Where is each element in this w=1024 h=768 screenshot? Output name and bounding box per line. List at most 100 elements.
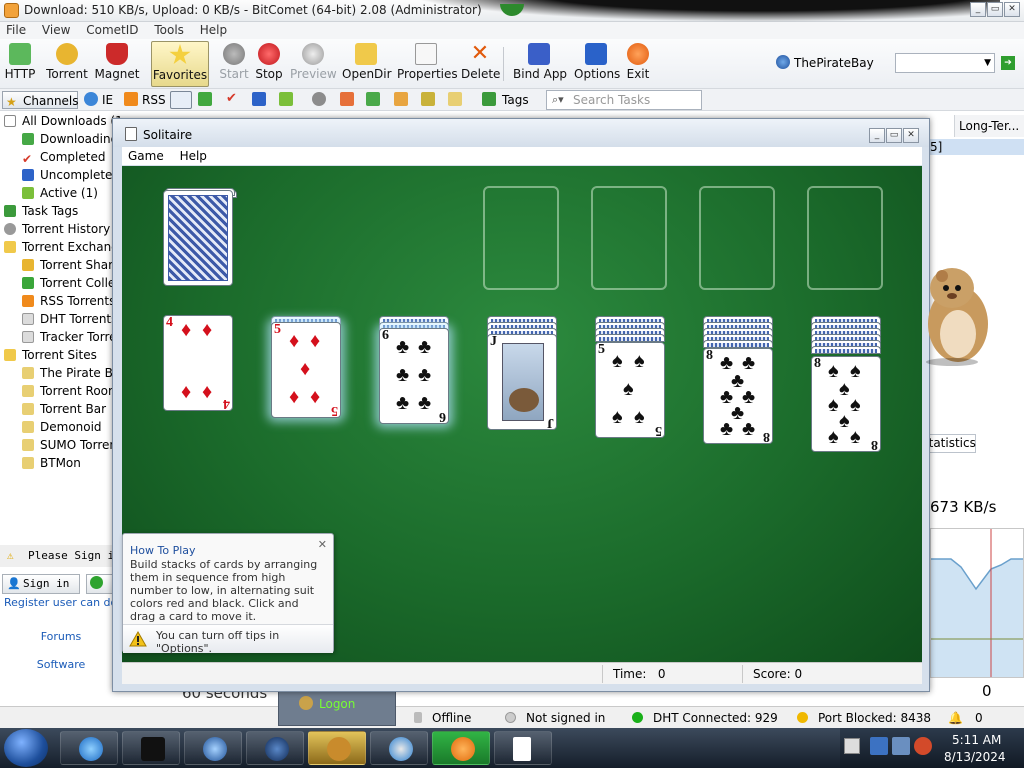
- favorites-button[interactable]: Favorites: [151, 41, 209, 87]
- column-header-long-term[interactable]: Long-Ter...: [954, 115, 1024, 137]
- tree-task-tags[interactable]: Task Tags: [4, 202, 78, 220]
- channels-button[interactable]: ★ Channels: [2, 91, 79, 109]
- rss-button[interactable]: RSS: [142, 91, 166, 109]
- note-icon[interactable]: [448, 92, 462, 106]
- tree-rss-torrents[interactable]: RSS Torrents: [22, 292, 115, 310]
- bitcomet-minimize-button[interactable]: _: [970, 2, 986, 17]
- tree-torrent-share[interactable]: Torrent Share: [22, 256, 120, 274]
- tags-button[interactable]: Tags: [502, 91, 529, 109]
- taskbar-bitcomet[interactable]: [308, 731, 366, 765]
- torrent-button[interactable]: Torrent: [44, 41, 90, 87]
- tree-active[interactable]: Active (1): [22, 184, 98, 202]
- go-arrow-icon[interactable]: ➔: [1001, 56, 1015, 70]
- network-icon[interactable]: [870, 737, 888, 755]
- foundation-slot-2[interactable]: [591, 186, 667, 290]
- opendir-button[interactable]: OpenDir: [342, 41, 392, 87]
- forums-link[interactable]: Forums: [0, 630, 122, 643]
- status-counter[interactable]: 🔔 0: [948, 711, 983, 725]
- foundation-slot-1[interactable]: [483, 186, 559, 290]
- taskbar-ie[interactable]: [60, 731, 118, 765]
- stop-button[interactable]: Stop: [254, 41, 284, 87]
- taskbar-firefox[interactable]: [246, 731, 304, 765]
- taskbar-vlc[interactable]: [432, 731, 490, 765]
- foundation-slot-3[interactable]: [699, 186, 775, 290]
- menu-help[interactable]: Help: [194, 22, 233, 39]
- menu-file[interactable]: File: [0, 22, 32, 39]
- tree-torrent-history[interactable]: Torrent History: [4, 220, 110, 238]
- delete-button[interactable]: ✕ Delete: [461, 41, 500, 87]
- square-icon[interactable]: [252, 92, 266, 106]
- start-button[interactable]: Start: [218, 41, 250, 87]
- selected-task-row[interactable]: 5]: [930, 139, 1024, 155]
- solitaire-close-button[interactable]: ✕: [903, 128, 919, 143]
- tree-all-downloads[interactable]: All Downloads (1): [4, 112, 122, 130]
- tree-site-sumo[interactable]: SUMO Torrent: [22, 436, 122, 454]
- status-dht[interactable]: DHT Connected: 929: [632, 711, 778, 725]
- updown-arrow-icon[interactable]: [279, 92, 293, 106]
- clock-icon[interactable]: [312, 92, 326, 106]
- site-search-combo[interactable]: ▼: [895, 53, 995, 73]
- magnet-button[interactable]: Magnet: [94, 41, 140, 87]
- status-port[interactable]: Port Blocked: 8438: [797, 711, 931, 725]
- sign-in-button[interactable]: 👤 Sign in: [2, 574, 80, 594]
- software-link[interactable]: Software: [0, 658, 122, 671]
- stock-pile[interactable]: [163, 190, 233, 286]
- taskbar-computer[interactable]: [122, 731, 180, 765]
- menu-cometid[interactable]: CometID: [80, 22, 144, 39]
- windows-start-icon[interactable]: [4, 729, 48, 767]
- menu-tools[interactable]: Tools: [148, 22, 190, 39]
- volume-icon[interactable]: [914, 737, 932, 755]
- tree-downloading[interactable]: Downloading: [22, 130, 118, 148]
- tableau-card[interactable]: 5 ♠ ♠ ♠ ♠ ♠ 5: [595, 342, 665, 438]
- preview-button[interactable]: Preview: [290, 41, 337, 87]
- tableau-card[interactable]: 8 ♠ ♠ ♠ ♠ ♠ ♠ ♠ ♠ 8: [811, 356, 881, 452]
- taskbar-solitaire[interactable]: [494, 731, 552, 765]
- tableau-card[interactable]: 6 ♣ ♣ ♣ ♣ ♣ ♣ 6: [379, 328, 449, 424]
- exit-button[interactable]: Exit: [624, 41, 652, 87]
- tree-dht-torrents[interactable]: DHT Torrents: [22, 310, 117, 328]
- combo-dropdown-icon[interactable]: ▼: [984, 58, 991, 68]
- taskbar-media-player[interactable]: [184, 731, 242, 765]
- tree-site-torrentroom[interactable]: Torrent Room: [22, 382, 120, 400]
- bitcomet-close-button[interactable]: ✕: [1004, 2, 1020, 17]
- list-view-icon[interactable]: [170, 91, 192, 109]
- display-icon[interactable]: [892, 737, 910, 755]
- foundation-slot-4[interactable]: [807, 186, 883, 290]
- bind-app-button[interactable]: Bind App: [513, 41, 567, 87]
- tableau-card[interactable]: J J: [487, 334, 557, 430]
- check-icon[interactable]: ✔: [226, 92, 240, 106]
- solitaire-minimize-button[interactable]: _: [869, 128, 885, 143]
- http-button[interactable]: HTTP: [4, 41, 36, 87]
- search-tasks-input[interactable]: Search Tasks: [546, 90, 702, 110]
- lightning-icon[interactable]: [421, 92, 435, 106]
- ie-button[interactable]: IE: [102, 91, 113, 109]
- status-offline[interactable]: Offline: [414, 711, 471, 725]
- tableau-card[interactable]: 8 ♣ ♣ ♣ ♣ ♣ ♣ ♣ ♣ 8: [703, 348, 773, 444]
- menu-help[interactable]: Help: [174, 147, 213, 165]
- tree-torrent-sites[interactable]: Torrent Sites: [4, 346, 97, 364]
- tree-uncompleted[interactable]: Uncompleted: [22, 166, 120, 184]
- menu-view[interactable]: View: [36, 22, 76, 39]
- solitaire-maximize-button[interactable]: ▭: [886, 128, 902, 143]
- options-button[interactable]: Options: [574, 41, 620, 87]
- taskbar-chrome[interactable]: [370, 731, 428, 765]
- properties-button[interactable]: Properties: [397, 41, 458, 87]
- tree-site-demonoid[interactable]: Demonoid: [22, 418, 102, 436]
- register-hint-link[interactable]: Register user can download faster.: [4, 597, 122, 609]
- tree-tracker-torrents[interactable]: Tracker Torrents: [22, 328, 122, 346]
- tree-torrent-exchange[interactable]: Torrent Exchange: [4, 238, 122, 256]
- tree-completed[interactable]: ✔ Completed: [22, 148, 105, 166]
- bitcomet-maximize-button[interactable]: ▭: [987, 2, 1003, 17]
- tree-site-torrentbar[interactable]: Torrent Bar: [22, 400, 106, 418]
- tree-torrent-collection[interactable]: Torrent Collection: [22, 274, 122, 292]
- tree-site-piratebay[interactable]: The Pirate Bay: [22, 364, 122, 382]
- tree-site-btmon[interactable]: BTMon: [22, 454, 81, 472]
- import-icon[interactable]: [340, 92, 354, 106]
- tableau-card[interactable]: 4 ♦ ♦ ♦ ♦ 4: [163, 315, 233, 411]
- menu-game[interactable]: Game: [122, 147, 170, 165]
- export-icon[interactable]: [366, 92, 380, 106]
- tableau-card[interactable]: 5 ♦ ♦ ♦ ♦ ♦ 5: [271, 322, 341, 418]
- show-desktop-icon[interactable]: [844, 738, 860, 754]
- file-icon[interactable]: [394, 92, 408, 106]
- down-arrow-icon[interactable]: [198, 92, 212, 106]
